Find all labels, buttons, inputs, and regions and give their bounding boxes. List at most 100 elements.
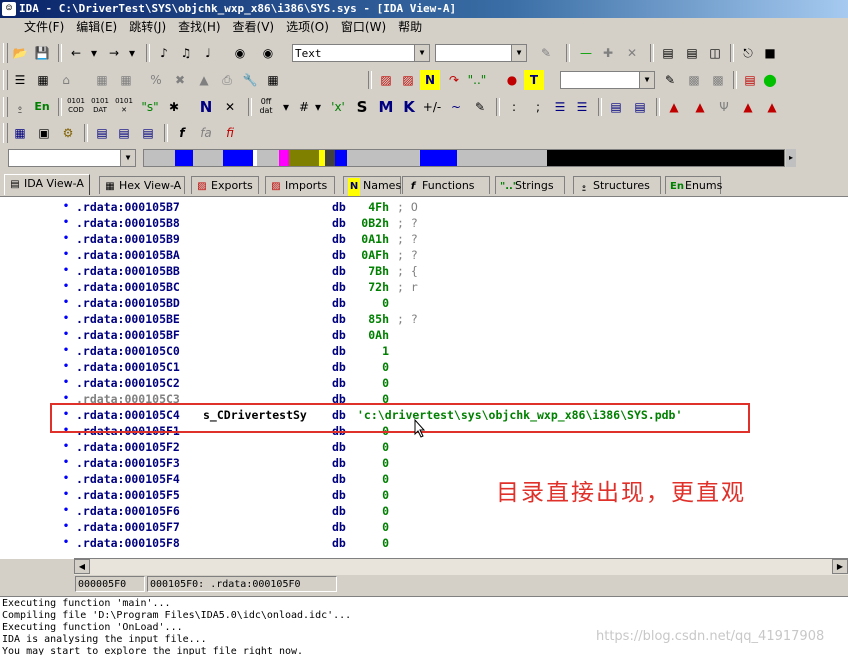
char-icon[interactable]: 'x' <box>328 97 348 117</box>
function-edit-icon[interactable]: fa <box>196 123 216 143</box>
name-n-icon[interactable]: N <box>196 97 216 117</box>
listing-row[interactable]: • .rdata:000105C0 db 1 <box>0 343 848 359</box>
search-next-icon[interactable]: ♫ <box>176 43 196 63</box>
horizontal-scrollbar[interactable]: ◀ ▶ <box>74 558 848 575</box>
code-icon[interactable]: 0101 COD <box>66 97 86 117</box>
listing-row[interactable]: • .rdata:000105BF db 0Ah <box>0 327 848 343</box>
window-split-icon[interactable]: ▤ <box>682 43 702 63</box>
listing-row[interactable]: • .rdata:000105B7 db 4Fh ; O <box>0 199 848 215</box>
dropdown-icon[interactable]: ▾ <box>122 43 142 63</box>
tab-enums[interactable]: EnEnums <box>665 176 722 194</box>
star-icon[interactable]: ✱ <box>164 97 184 117</box>
hide-icon[interactable]: ▤ <box>606 97 626 117</box>
pen-icon[interactable]: ✎ <box>536 43 556 63</box>
pencil-icon[interactable]: ✎ <box>470 97 490 117</box>
key-icon[interactable]: K <box>399 97 419 117</box>
plus-icon[interactable]: ✚ <box>598 43 618 63</box>
save-icon[interactable]: 💾 <box>32 43 52 63</box>
tab-strings[interactable]: ".."Strings <box>495 176 565 194</box>
screen-icon[interactable]: ▣ <box>34 123 54 143</box>
menu-view[interactable]: 查看(V) <box>227 18 281 36</box>
close-icon[interactable]: ✕ <box>622 43 642 63</box>
rename-icon[interactable]: ↷ <box>444 70 464 90</box>
list-icon[interactable]: ☰ <box>10 70 30 90</box>
binoculars-icon[interactable]: ◉ <box>230 43 250 63</box>
edit-icon[interactable]: ✎ <box>660 70 680 90</box>
scroll-left-icon[interactable]: ◀ <box>74 559 90 574</box>
colon-icon[interactable]: : <box>504 97 524 117</box>
listing-row[interactable]: • .rdata:000105C2 db 0 <box>0 375 848 391</box>
listing-row[interactable]: • .rdata:000105BA db 0AFh ; ? <box>0 247 848 263</box>
disassembly-view[interactable]: • .rdata:000105B7 db 4Fh ; O • .rdata:000105B8… <box>0 196 848 559</box>
tab-structures[interactable]: ⍛ Structures <box>573 176 661 194</box>
menu-file[interactable]: 文件(F) <box>0 18 70 36</box>
listing-row[interactable]: • .rdata:000105BB db 7Bh ; { <box>0 263 848 279</box>
tab-imports[interactable]: ▨ Imports <box>265 176 335 194</box>
listing-row[interactable]: • .rdata:000105B9 db 0A1h ; ? <box>0 231 848 247</box>
listing-row[interactable]: • .rdata:000105F2 db 0 <box>0 439 848 455</box>
listing-row[interactable]: • .rdata:000105BC db 72h ; r <box>0 279 848 295</box>
cross-icon[interactable]: ✖ <box>170 70 190 90</box>
semicolon-icon[interactable]: ; <box>528 97 548 117</box>
segment-icon[interactable]: ▨ <box>376 70 396 90</box>
size-combo[interactable]: ▼ <box>435 44 527 62</box>
breakpoint-icon[interactable]: ● <box>502 70 522 90</box>
home-icon[interactable]: ⌂ <box>56 70 76 90</box>
grid-icon[interactable]: ▦ <box>116 70 136 90</box>
print-icon[interactable]: ⎙ <box>217 70 237 90</box>
string-icon[interactable]: ".." <box>467 70 487 90</box>
enum-icon[interactable]: ▩ <box>708 70 728 90</box>
struct-icon[interactable]: ▩ <box>684 70 704 90</box>
function-icon[interactable]: f <box>172 123 192 143</box>
listing-row[interactable]: • .rdata:000105BE db 85h ; ? <box>0 311 848 327</box>
menu-options[interactable]: 选项(O) <box>280 18 335 36</box>
windows-icon[interactable]: ▤ <box>92 123 112 143</box>
segment-edit-icon[interactable]: ▨ <box>398 70 418 90</box>
tab-ida-view[interactable]: ▤ IDA View-A <box>4 174 90 195</box>
tab-hex-view[interactable]: ▦ Hex View-A <box>99 176 185 194</box>
scroll-right-icon[interactable]: ▶ <box>832 559 848 574</box>
search-more-icon[interactable]: ◉ <box>258 43 278 63</box>
data-icon[interactable]: 0101 DAT <box>90 97 110 117</box>
window-list-icon[interactable]: ▤ <box>114 123 134 143</box>
delete-icon[interactable]: ✕ <box>220 97 240 117</box>
nav-scroll-icon[interactable]: ▸ <box>786 149 796 167</box>
font-combo[interactable]: Text ▼ <box>292 44 430 62</box>
percent-icon[interactable]: % <box>146 70 166 90</box>
window-vert-icon[interactable]: ◫ <box>705 43 725 63</box>
listing-row[interactable]: • .rdata:000105F7 db 0 <box>0 519 848 535</box>
menu-search[interactable]: 查找(H) <box>172 18 226 36</box>
listing-row[interactable]: • .rdata:000105F3 db 0 <box>0 455 848 471</box>
ida-app-icon[interactable]: ☺ <box>2 2 16 16</box>
calculator-icon[interactable]: ▦ <box>33 70 53 90</box>
tree-icon[interactable]: ▲ <box>194 70 214 90</box>
menu-jump[interactable]: 跳转(J) <box>123 18 172 36</box>
report-icon[interactable]: ▤ <box>740 70 760 90</box>
compass-icon[interactable]: ⍛ <box>10 97 30 117</box>
table-icon[interactable]: ▦ <box>92 70 112 90</box>
struct-s-icon[interactable]: S <box>352 97 372 117</box>
wrench-icon[interactable]: 🔧 <box>240 70 260 90</box>
output-window[interactable]: Executing function 'main'... Compiling fi… <box>0 596 848 655</box>
english-toggle[interactable]: En <box>32 97 52 117</box>
xref-from-icon[interactable]: Ψ <box>714 97 734 117</box>
mark-icon[interactable]: M <box>376 97 396 117</box>
listing-row[interactable]: • .rdata:000105B8 db 0B2h ; ? <box>0 215 848 231</box>
listing-row[interactable]: • .rdata:000105C1 db 0 <box>0 359 848 375</box>
calc-icon[interactable]: ▦ <box>10 123 30 143</box>
repeat-comment-icon[interactable]: ☰ <box>572 97 592 117</box>
menu-help[interactable]: 帮助 <box>392 18 428 36</box>
minus-icon[interactable]: — <box>576 43 596 63</box>
listing-row[interactable]: • .rdata:000105F8 db 0 <box>0 535 848 551</box>
segment-combo[interactable]: ▼ <box>560 71 655 89</box>
tab-names[interactable]: N Names <box>343 176 401 196</box>
graph-icon[interactable]: ⎋ <box>738 43 758 63</box>
comment-icon[interactable]: ☰ <box>550 97 570 117</box>
negate-icon[interactable]: +/- <box>422 97 442 117</box>
offset-icon[interactable]: 0ff dat <box>256 97 276 117</box>
type-icon[interactable]: T <box>524 70 544 90</box>
menu-window[interactable]: 窗口(W) <box>335 18 392 36</box>
chart-icon[interactable]: ■ <box>760 43 780 63</box>
function-end-icon[interactable]: fi <box>220 123 240 143</box>
unhide-icon[interactable]: ▤ <box>630 97 650 117</box>
